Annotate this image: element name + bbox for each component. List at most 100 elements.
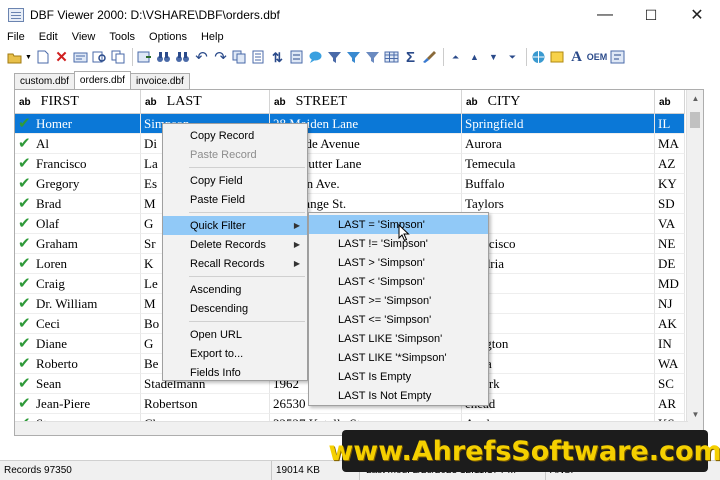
quick-filter-item[interactable]: LAST >= 'Simpson' (309, 291, 488, 310)
comment-icon[interactable] (307, 49, 324, 66)
menu-tools[interactable]: Tools (102, 31, 142, 43)
open-folder-icon[interactable] (6, 49, 23, 66)
tab-custom[interactable]: custom.dbf (14, 73, 75, 89)
maximize-button[interactable]: ☐ (628, 0, 674, 30)
table-cell[interactable]: ✔ Brad (15, 194, 141, 214)
tab-orders[interactable]: orders.dbf (73, 71, 131, 89)
context-menu-item[interactable]: Open URL (163, 325, 307, 344)
scroll-up-icon[interactable]: ▲ (687, 90, 703, 107)
table-cell[interactable]: IL (655, 114, 685, 134)
table-cell[interactable]: Buffalo (462, 174, 655, 194)
find-next-icon[interactable] (174, 49, 191, 66)
quick-filter-item[interactable]: LAST LIKE 'Simpson' (309, 329, 488, 348)
delete-icon[interactable]: ✕ (53, 49, 70, 66)
table-cell[interactable]: ✔ Francisco (15, 154, 141, 174)
table-cell[interactable]: den (462, 294, 655, 314)
table-cell[interactable]: NJ (655, 294, 685, 314)
quick-filter-item[interactable]: LAST < 'Simpson' (309, 272, 488, 291)
table-cell[interactable]: SC (655, 374, 685, 394)
column-header-street[interactable]: ab STREET (270, 90, 462, 114)
note-icon[interactable] (549, 49, 566, 66)
menu-options[interactable]: Options (142, 31, 194, 43)
help-icon[interactable] (609, 49, 626, 66)
table-cell[interactable]: AZ (655, 154, 685, 174)
vertical-scrollbar[interactable]: ▲ ▼ (686, 90, 703, 435)
table-cell[interactable]: Taylors (462, 194, 655, 214)
next-record-icon[interactable]: ▼ (485, 49, 502, 66)
calculate-icon[interactable] (288, 49, 305, 66)
table-row[interactable]: ✔HomerSimpson28 Maiden LaneSpringfieldIL (15, 114, 685, 134)
table-cell[interactable]: AR (655, 394, 685, 414)
find-replace-icon[interactable] (91, 49, 108, 66)
table-cell[interactable]: ✔ Craig (15, 274, 141, 294)
table-cell[interactable]: ✔ Homer (15, 114, 141, 134)
table-cell[interactable]: NE (655, 234, 685, 254)
font-icon[interactable]: A (568, 49, 585, 66)
table-cell[interactable]: mington (462, 334, 655, 354)
table-cell[interactable]: Temecula (462, 154, 655, 174)
menu-file[interactable]: File (0, 31, 32, 43)
sum-icon[interactable]: Σ (402, 49, 419, 66)
prev-record-icon[interactable]: ▲ (466, 49, 483, 66)
column-header-state[interactable]: ab (655, 90, 685, 114)
table-cell[interactable]: ehead (462, 394, 655, 414)
quick-filter-item[interactable]: LAST <= 'Simpson' (309, 310, 488, 329)
sort-icon[interactable]: ⇅ (269, 49, 286, 66)
table-cell[interactable]: v York (462, 374, 655, 394)
menu-edit[interactable]: Edit (32, 31, 65, 43)
copy-icon[interactable] (110, 49, 127, 66)
pages-icon[interactable] (250, 49, 267, 66)
context-menu-item[interactable]: Ascending (163, 280, 307, 299)
close-button[interactable]: ✕ (674, 0, 720, 30)
menu-help[interactable]: Help (194, 31, 231, 43)
table-cell[interactable]: ✔ Diane (15, 334, 141, 354)
table-row[interactable]: ✔ Francisco La Stonecutter Lane Temecula AZ (15, 154, 685, 174)
grid-icon[interactable] (383, 49, 400, 66)
table-cell[interactable]: xandria (462, 254, 655, 274)
table-cell[interactable]: MD (655, 274, 685, 294)
table-cell[interactable]: AK (655, 314, 685, 334)
table-cell[interactable]: ina (462, 214, 655, 234)
table-cell[interactable]: ✔ Jean-Piere (15, 394, 141, 414)
table-cell[interactable]: ✔ Olaf (15, 214, 141, 234)
new-file-icon[interactable] (34, 49, 51, 66)
table-cell[interactable]: Aurora (462, 134, 655, 154)
column-header-first[interactable]: ab FIRST (15, 90, 141, 114)
table-cell[interactable]: mi (462, 314, 655, 334)
table-cell[interactable]: WA (655, 354, 685, 374)
table-cell[interactable]: MA (655, 134, 685, 154)
table-cell[interactable]: ✔ Dr. William (15, 294, 141, 314)
filter-clear-icon[interactable] (364, 49, 381, 66)
table-cell[interactable]: ✔ Loren (15, 254, 141, 274)
table-cell[interactable]: SD (655, 194, 685, 214)
table-cell[interactable]: Springfield (462, 114, 655, 134)
table-row[interactable]: ✔ Al Di Parkside Avenue Aurora MA (15, 134, 685, 154)
table-cell[interactable]: ✔ Graham (15, 234, 141, 254)
import-icon[interactable] (136, 49, 153, 66)
table-cell[interactable]: ✔ Sean (15, 374, 141, 394)
context-menu-item[interactable]: Quick Filter ▶ (163, 216, 307, 235)
table-cell[interactable]: IN (655, 334, 685, 354)
binoculars-icon[interactable] (155, 49, 172, 66)
table-cell[interactable]: KY (655, 174, 685, 194)
last-record-icon[interactable]: ⏷ (504, 49, 521, 66)
context-menu-item[interactable]: Fields Info (163, 363, 307, 382)
redo-icon[interactable]: ↷ (212, 49, 229, 66)
menu-view[interactable]: View (65, 31, 103, 43)
table-cell[interactable]: Robertson (141, 394, 270, 414)
context-menu-item[interactable]: Recall Records ▶ (163, 254, 307, 273)
edit-record-icon[interactable] (72, 49, 89, 66)
quick-filter-item[interactable]: LAST Is Empty (309, 367, 488, 386)
table-cell[interactable]: ✔ Al (15, 134, 141, 154)
context-menu-item[interactable]: Delete Records ▶ (163, 235, 307, 254)
scroll-thumb[interactable] (690, 112, 700, 128)
undo-icon[interactable]: ↶ (193, 49, 210, 66)
minimize-button[interactable]: — (582, 0, 628, 30)
first-record-icon[interactable]: ⏶ (447, 49, 464, 66)
quick-filter-item[interactable]: LAST LIKE '*Simpson' (309, 348, 488, 367)
web-icon[interactable] (530, 49, 547, 66)
table-cell[interactable]: ✔ Ceci (15, 314, 141, 334)
table-cell[interactable]: land (462, 274, 655, 294)
context-menu-item[interactable]: Paste Field (163, 190, 307, 209)
duplicate-icon[interactable] (231, 49, 248, 66)
